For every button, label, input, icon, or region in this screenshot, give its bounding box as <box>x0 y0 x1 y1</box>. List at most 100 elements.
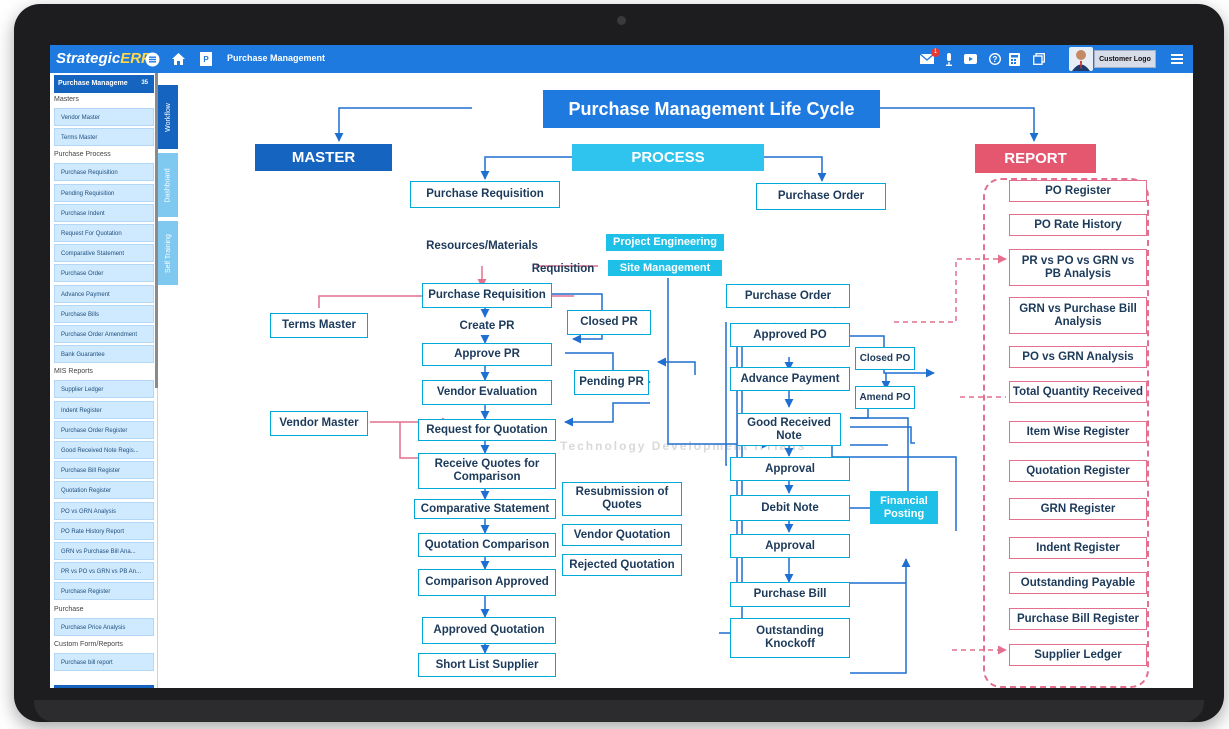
sidebar-section-header: Purchase Process <box>54 151 111 159</box>
sidebar-item[interactable]: Purchase Price Analysis <box>54 617 154 636</box>
tab-self-training[interactable]: Self Training <box>158 221 178 285</box>
tab-dashboard[interactable]: Dashboard <box>158 153 178 217</box>
home-icon[interactable] <box>171 51 185 67</box>
purchase-order-box[interactable]: Purchase Order <box>726 284 850 308</box>
terms-master-box[interactable]: Terms Master <box>270 313 368 338</box>
sidebar-item[interactable]: Purchase Order Register <box>54 420 154 439</box>
closed-po-box[interactable]: Closed PO <box>855 347 915 370</box>
report-item[interactable]: Outstanding Payable <box>1009 572 1147 594</box>
report-item[interactable]: PO Register <box>1009 180 1147 202</box>
hamburger-menu-icon[interactable] <box>1170 51 1184 67</box>
sidebar-item[interactable]: Purchase Bills <box>54 304 154 323</box>
menu-toggle-icon[interactable] <box>144 51 160 67</box>
sidebar-item[interactable]: PO Rate History Report <box>54 521 154 540</box>
sidebar-item[interactable]: Bank Guarantee <box>54 345 154 364</box>
sidebar-item[interactable]: Indent Register <box>54 400 154 419</box>
vendor-evaluation-box[interactable]: Vendor Evaluation <box>422 380 552 405</box>
approved-po-box[interactable]: Approved PO <box>730 323 850 347</box>
page-badge-icon: P <box>200 52 212 66</box>
rejected-quotation-box[interactable]: Rejected Quotation <box>562 554 682 576</box>
sidebar-section-header: MIS Reports <box>54 368 93 376</box>
sidebar-item[interactable]: Quotation Register <box>54 481 154 500</box>
requisition-label: Requisition <box>531 263 595 275</box>
sidebar-item[interactable]: Purchase Requisition <box>54 163 154 182</box>
vendor-master-box[interactable]: Vendor Master <box>270 411 368 436</box>
sidebar-item[interactable]: GRN vs Purchase Bill Ana... <box>54 542 154 560</box>
report-item[interactable]: Supplier Ledger <box>1009 644 1147 666</box>
approval-box-2[interactable]: Approval <box>730 534 850 558</box>
advance-payment-box[interactable]: Advance Payment <box>730 367 850 391</box>
sidebar-item[interactable]: Vendor Master <box>54 108 154 126</box>
debit-note-box[interactable]: Debit Note <box>730 495 850 521</box>
sidebar-item[interactable]: PO vs GRN Analysis <box>54 501 154 520</box>
master-header: MASTER <box>255 144 392 171</box>
sidebar-item[interactable]: Advance Payment <box>54 284 154 303</box>
sidebar-item[interactable]: Purchase Register <box>54 582 154 601</box>
process-purchase-order[interactable]: Purchase Order <box>756 183 886 210</box>
notification-badge: 1 <box>931 48 940 57</box>
help-icon[interactable]: ? <box>988 51 1002 67</box>
microphone-icon[interactable] <box>943 51 955 67</box>
sidebar-item[interactable]: Supplier Ledger <box>54 380 154 399</box>
sidebar-item[interactable]: Purchase Order Amendment <box>54 325 154 343</box>
device-mockup: StrategicERP P Purchase Management 1 ? C… <box>0 0 1229 729</box>
process-purchase-requisition[interactable]: Purchase Requisition <box>410 181 560 208</box>
closed-pr-box[interactable]: Closed PR <box>567 310 651 335</box>
receive-quotes-box[interactable]: Receive Quotes for Comparison <box>418 453 556 489</box>
tab-workflow[interactable]: Workflow <box>158 85 178 149</box>
amend-po-box[interactable]: Amend PO <box>855 386 915 409</box>
sidebar: Purchase Manageme 35 Masters Vendor Master… <box>50 73 158 688</box>
purchase-bill-box[interactable]: Purchase Bill <box>730 582 850 607</box>
sidebar-item[interactable]: Terms Master <box>54 128 154 147</box>
report-item[interactable]: Purchase Bill Register <box>1009 608 1147 630</box>
report-item[interactable]: GRN vs Purchase Bill Analysis <box>1009 297 1147 334</box>
app-logo[interactable]: StrategicERP <box>56 50 151 67</box>
report-item[interactable]: Quotation Register <box>1009 460 1147 482</box>
request-for-quotation-box[interactable]: Request for Quotation <box>418 419 556 441</box>
quotation-comparison-box[interactable]: Quotation Comparison <box>418 533 556 557</box>
comparative-statement-box[interactable]: Comparative Statement <box>414 499 556 519</box>
approve-pr-box[interactable]: Approve PR <box>422 343 552 366</box>
sidebar-item[interactable]: Purchase Bill Register <box>54 461 154 480</box>
sidebar-footer-bar <box>54 685 154 688</box>
report-item[interactable]: PR vs PO vs GRN vs PB Analysis <box>1009 249 1147 286</box>
good-received-note-box[interactable]: Good Received Note <box>737 413 841 446</box>
report-item[interactable]: PO vs GRN Analysis <box>1009 346 1147 368</box>
webcam-dot <box>617 16 626 25</box>
sidebar-item[interactable]: Request For Quotation <box>54 224 154 242</box>
copy-window-icon[interactable] <box>1032 51 1046 67</box>
comparison-approved-box[interactable]: Comparison Approved <box>418 569 556 596</box>
approved-quotation-box[interactable]: Approved Quotation <box>422 617 556 644</box>
resubmission-of-quotes-box[interactable]: Resubmission of Quotes <box>562 482 682 516</box>
breadcrumb[interactable]: Purchase Management <box>227 53 325 63</box>
sidebar-item[interactable]: Purchase Order <box>54 264 154 283</box>
report-item[interactable]: Item Wise Register <box>1009 421 1147 443</box>
outstanding-knockoff-box[interactable]: Outstanding Knockoff <box>730 618 850 658</box>
report-item[interactable]: Total Quantity Received <box>1009 381 1147 403</box>
sidebar-section-header: Masters <box>54 96 79 103</box>
sidebar-item[interactable]: Good Received Note Regis... <box>54 441 154 459</box>
sidebar-section-header: Purchase <box>54 605 84 613</box>
site-management-box[interactable]: Site Management <box>608 260 722 276</box>
user-avatar[interactable] <box>1069 47 1093 71</box>
pending-pr-box[interactable]: Pending PR <box>574 370 649 395</box>
sidebar-item[interactable]: PR vs PO vs GRN vs PB An... <box>54 562 154 581</box>
purchase-requisition-box[interactable]: Purchase Requisition <box>422 283 552 308</box>
report-item[interactable]: PO Rate History <box>1009 214 1147 236</box>
calculator-icon[interactable] <box>1007 51 1021 67</box>
sidebar-item[interactable]: Comparative Statement <box>54 244 154 263</box>
sidebar-item[interactable]: Purchase bill report <box>54 652 154 671</box>
approval-box-1[interactable]: Approval <box>730 457 850 481</box>
financial-posting-box[interactable]: Financial Posting <box>870 491 938 524</box>
report-item[interactable]: GRN Register <box>1009 498 1147 520</box>
project-engineering-box[interactable]: Project Engineering <box>606 234 724 251</box>
vendor-quotation-box[interactable]: Vendor Quotation <box>562 524 682 546</box>
top-navbar: StrategicERP P Purchase Management 1 ? C… <box>50 45 1193 73</box>
report-item[interactable]: Indent Register <box>1009 537 1147 559</box>
sidebar-item[interactable]: Pending Requisition <box>54 183 154 202</box>
short-list-supplier-box[interactable]: Short List Supplier <box>418 653 556 677</box>
video-icon[interactable] <box>963 51 977 67</box>
sidebar-item[interactable]: Purchase Indent <box>54 203 154 222</box>
module-count: 35 <box>141 80 148 86</box>
sidebar-module-header[interactable]: Purchase Manageme 35 <box>54 75 154 93</box>
